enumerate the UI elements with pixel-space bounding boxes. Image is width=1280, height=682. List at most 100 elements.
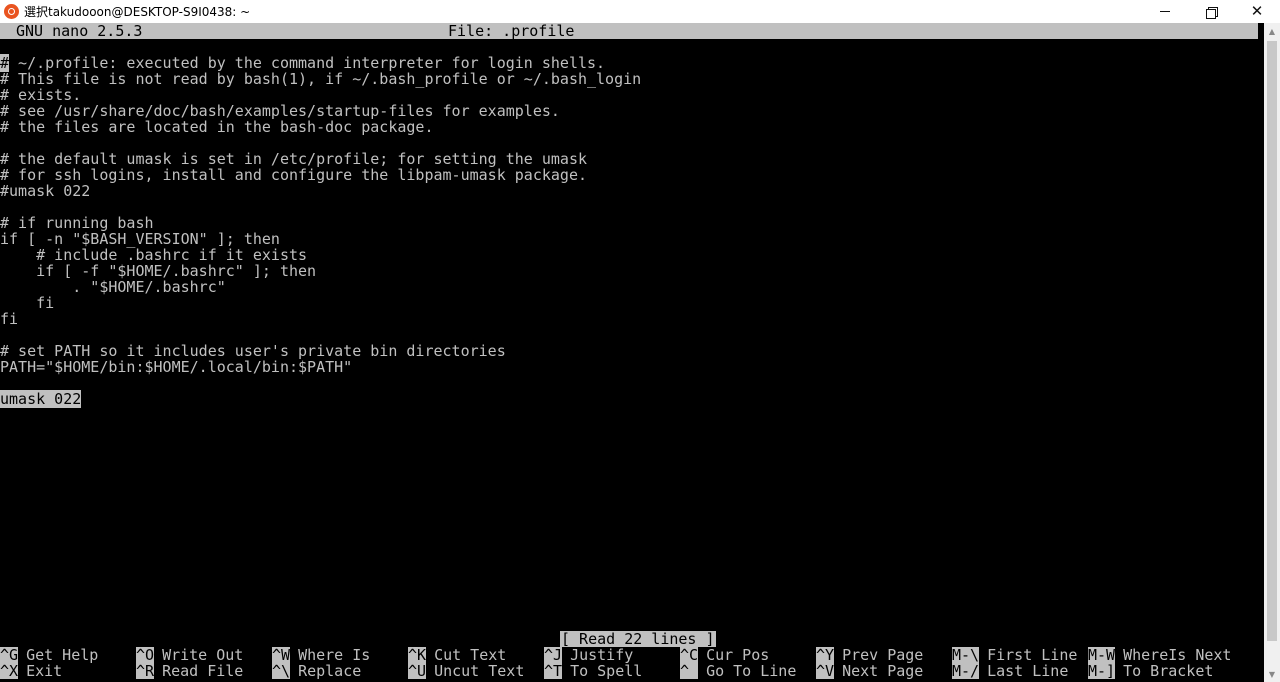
shortcut-key: M-\ xyxy=(952,646,980,664)
buffer-line xyxy=(0,199,1258,215)
nano-title-bar: GNU nano 2.5.3 File: .profile xyxy=(0,23,1258,39)
shortcut-label: Last Line xyxy=(987,662,1069,680)
shortcut-label: Exit xyxy=(26,662,63,680)
highlighted-text: umask 022 xyxy=(0,390,82,408)
shortcut-item[interactable]: ^W Where Is xyxy=(272,647,370,663)
scroll-up-arrow-icon[interactable]: ▲ xyxy=(1264,23,1280,39)
buffer-line xyxy=(0,327,1258,343)
shortcut-item[interactable]: ^V Next Page xyxy=(816,663,923,679)
shortcut-key: M-] xyxy=(1088,662,1116,680)
shortcut-label: Prev Page xyxy=(842,646,924,664)
shortcut-item[interactable]: ^Y Prev Page xyxy=(816,647,923,663)
buffer-line: #umask 022 xyxy=(0,182,91,200)
shortcut-key: ^W xyxy=(272,646,291,664)
shortcut-item[interactable]: ^K Cut Text xyxy=(408,647,506,663)
buffer-line: if [ -f "$HOME/.bashrc" ]; then xyxy=(0,262,317,280)
shortcut-key: ^U xyxy=(408,662,427,680)
shortcut-item[interactable]: ^U Uncut Text xyxy=(408,663,524,679)
scroll-thumb[interactable] xyxy=(1267,41,1277,641)
window-title-bar[interactable]: 選択takudooon@DESKTOP-S9I0438: ~ ✕ xyxy=(0,0,1280,23)
shortcut-key: ^J xyxy=(544,646,563,664)
scroll-down-arrow-icon[interactable]: ▼ xyxy=(1264,666,1280,682)
shortcut-key: ^\ xyxy=(272,662,291,680)
shortcut-key: M-W xyxy=(1088,646,1116,664)
shortcut-item[interactable]: ^R Read File xyxy=(136,663,243,679)
shortcut-label: Next Page xyxy=(842,662,924,680)
buffer-line: # include .bashrc if it exists xyxy=(0,246,308,264)
shortcut-key: M-/ xyxy=(952,662,980,680)
shortcut-label: Read File xyxy=(162,662,244,680)
shortcut-label: First Line xyxy=(987,646,1078,664)
minimize-icon xyxy=(1160,11,1170,12)
buffer-line: . "$HOME/.bashrc" xyxy=(0,278,226,296)
shortcut-label: WhereIs Next xyxy=(1123,646,1232,664)
shortcut-item[interactable]: M-/ Last Line xyxy=(952,663,1068,679)
window-title: 選択takudooon@DESKTOP-S9I0438: ~ xyxy=(24,5,251,19)
shortcut-bar: ^G Get Help ^O Write Out ^W Where Is ^K Cut Tex… xyxy=(0,647,1258,679)
shortcut-item[interactable]: ^J Justify xyxy=(544,647,633,663)
nano-version: GNU nano 2.5.3 xyxy=(16,22,143,40)
terminal-window[interactable]: GNU nano 2.5.3 File: .profile # ~/.profi… xyxy=(0,23,1264,682)
shortcut-item[interactable]: ^C Cur Pos xyxy=(680,647,769,663)
shortcut-item[interactable]: ^\ Replace xyxy=(272,663,361,679)
buffer-line: PATH="$HOME/bin:$HOME/.local/bin:$PATH" xyxy=(0,358,353,376)
shortcut-label: Go To Line xyxy=(706,662,797,680)
buffer-line xyxy=(0,135,1258,151)
shortcut-label: Replace xyxy=(298,662,362,680)
minimize-button[interactable] xyxy=(1142,0,1188,23)
shortcut-label: Write Out xyxy=(162,646,244,664)
shortcut-item[interactable]: ^_ Go To Line xyxy=(680,663,796,679)
buffer-line: # for ssh logins, install and configure … xyxy=(0,166,587,184)
shortcut-label: Get Help xyxy=(26,646,99,664)
nano-file-name: File: .profile xyxy=(448,22,575,40)
shortcut-item[interactable]: M-] To Bracket xyxy=(1088,663,1213,679)
buffer-line: # This file is not read by bash(1), if ~… xyxy=(0,70,642,88)
buffer-line: umask 022 xyxy=(0,390,1258,408)
shortcut-key: ^G xyxy=(0,646,19,664)
shortcut-label: Where Is xyxy=(298,646,371,664)
buffer-line: if [ -n "$BASH_VERSION" ]; then xyxy=(0,230,280,248)
buffer-line: # the files are located in the bash-doc … xyxy=(0,118,434,136)
buffer-line: fi xyxy=(0,294,55,312)
shortcut-label: To Bracket xyxy=(1123,662,1214,680)
shortcut-label: To Spell xyxy=(570,662,643,680)
buffer-line: # set PATH so it includes user's private… xyxy=(0,342,506,360)
buffer-line: # ~/.profile: executed by the command in… xyxy=(0,54,606,72)
restore-icon xyxy=(1206,6,1218,19)
shortcut-key: ^O xyxy=(136,646,155,664)
shortcut-key: ^V xyxy=(816,662,835,680)
close-button[interactable]: ✕ xyxy=(1234,0,1280,23)
shortcut-key: ^X xyxy=(0,662,19,680)
shortcut-item[interactable]: ^T To Spell xyxy=(544,663,642,679)
shortcut-key: ^_ xyxy=(680,662,699,680)
buffer-line: # the default umask is set in /etc/profi… xyxy=(0,150,587,168)
shortcut-key: ^C xyxy=(680,646,699,664)
shortcut-label: Uncut Text xyxy=(434,662,525,680)
buffer-line: # if running bash xyxy=(0,214,154,232)
shortcut-key: ^T xyxy=(544,662,563,680)
shortcut-row-2: ^X Exit ^R Read File ^\ Replace ^U Uncut Text ^T… xyxy=(0,663,1258,679)
shortcut-label: Cur Pos xyxy=(706,646,770,664)
shortcut-key: ^Y xyxy=(816,646,835,664)
shortcut-item[interactable]: M-\ First Line xyxy=(952,647,1077,663)
shortcut-key: ^R xyxy=(136,662,155,680)
ubuntu-icon xyxy=(4,4,19,19)
shortcut-item[interactable]: ^O Write Out xyxy=(136,647,243,663)
restore-button[interactable] xyxy=(1188,0,1234,23)
editor-buffer[interactable]: # ~/.profile: executed by the command in… xyxy=(0,54,1258,408)
shortcut-label: Justify xyxy=(570,646,634,664)
terminal-scrollbar[interactable]: ▲ ▼ xyxy=(1264,23,1280,682)
buffer-line xyxy=(0,375,1258,391)
shortcut-key: ^K xyxy=(408,646,427,664)
close-icon: ✕ xyxy=(1250,2,1264,20)
buffer-line: fi xyxy=(0,310,19,328)
buffer-line: # see /usr/share/doc/bash/examples/start… xyxy=(0,102,560,120)
buffer-line: # exists. xyxy=(0,86,82,104)
shortcut-row-1: ^G Get Help ^O Write Out ^W Where Is ^K Cut Tex… xyxy=(0,647,1258,663)
window-controls: ✕ xyxy=(1142,0,1280,23)
shortcut-item[interactable]: ^G Get Help xyxy=(0,647,98,663)
status-message: [ Read 22 lines ] xyxy=(560,630,716,648)
shortcut-item[interactable]: ^X Exit xyxy=(0,663,62,679)
shortcut-label: Cut Text xyxy=(434,646,507,664)
shortcut-item[interactable]: M-W WhereIs Next xyxy=(1088,647,1231,663)
